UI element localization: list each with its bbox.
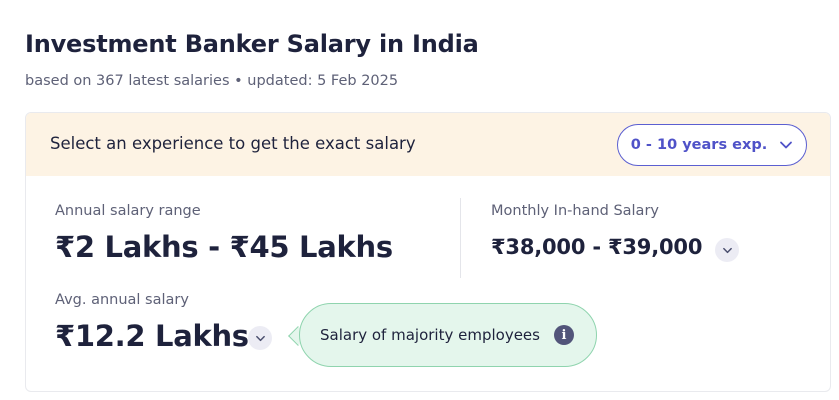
- avg-expand-button[interactable]: [248, 326, 272, 350]
- avg-annual-value: ₹12.2 Lakhs: [55, 319, 249, 353]
- chevron-down-icon: [255, 335, 265, 341]
- monthly-expand-button[interactable]: [715, 238, 739, 262]
- salary-page: Investment Banker Salary in India based …: [0, 0, 839, 400]
- page-title: Investment Banker Salary in India: [25, 30, 479, 58]
- annual-range-label: Annual salary range: [55, 203, 201, 219]
- annual-range-value: ₹2 Lakhs - ₹45 Lakhs: [55, 230, 393, 264]
- majority-tooltip: Salary of majority employees i: [299, 303, 597, 367]
- page-subtitle: based on 367 latest salaries • updated: …: [25, 73, 399, 89]
- experience-bar: Select an experience to get the exact sa…: [26, 113, 830, 176]
- salary-card: Select an experience to get the exact sa…: [25, 112, 831, 392]
- info-icon[interactable]: i: [554, 325, 574, 345]
- tooltip-text: Salary of majority employees: [320, 326, 540, 344]
- experience-dropdown-value: 0 - 10 years exp.: [630, 137, 768, 153]
- avg-annual-label: Avg. annual salary: [55, 292, 189, 308]
- experience-prompt: Select an experience to get the exact sa…: [50, 134, 416, 153]
- column-divider: [460, 198, 461, 278]
- chevron-down-icon: [780, 141, 793, 149]
- monthly-inhand-value: ₹38,000 - ₹39,000: [491, 235, 703, 259]
- experience-dropdown[interactable]: 0 - 10 years exp.: [617, 124, 807, 166]
- monthly-inhand-label: Monthly In-hand Salary: [491, 203, 659, 219]
- chevron-down-icon: [722, 247, 732, 253]
